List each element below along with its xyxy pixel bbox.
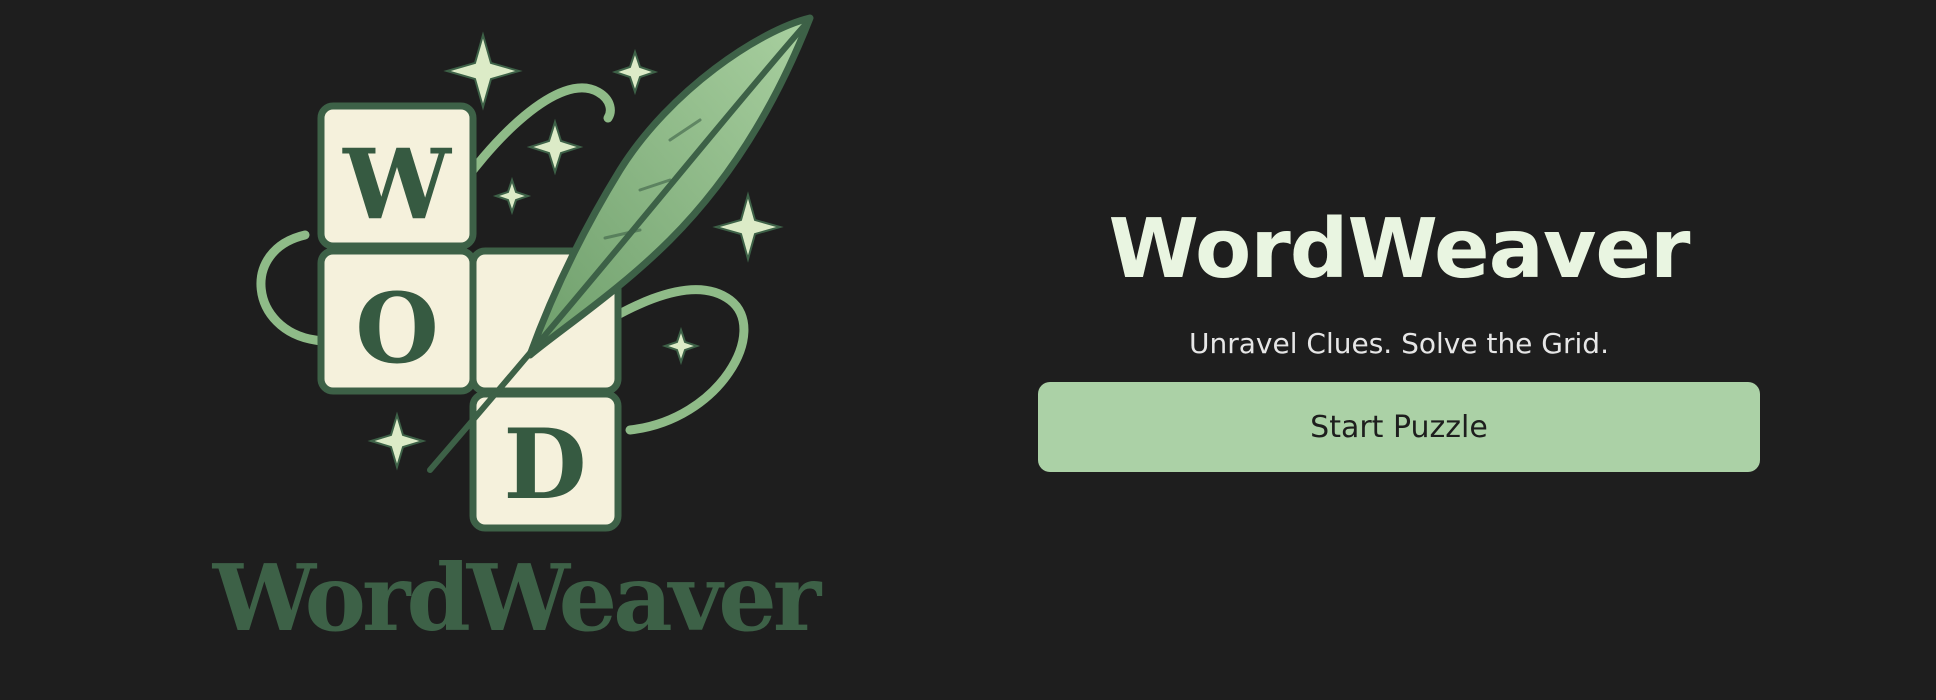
page-title: WordWeaver	[1108, 202, 1691, 297]
tile-w: W	[317, 102, 477, 250]
tagline: Unravel Clues. Solve the Grid.	[1189, 327, 1609, 360]
hero-panel: WordWeaver Unravel Clues. Solve the Grid…	[1038, 190, 1760, 472]
logo-wordmark: WordWeaver	[212, 544, 823, 652]
tile-d-letter: D	[503, 408, 586, 521]
tile-o-left: O	[317, 247, 477, 395]
tile-w-letter: W	[342, 128, 452, 241]
wordweaver-logo: W O O D WordWe	[200, 0, 880, 700]
start-puzzle-button[interactable]: Start Puzzle	[1038, 382, 1760, 472]
logo-graphic: W O O D WordWe	[212, 14, 827, 652]
tile-o-left-letter: O	[355, 272, 439, 385]
tile-d: D	[469, 390, 622, 532]
